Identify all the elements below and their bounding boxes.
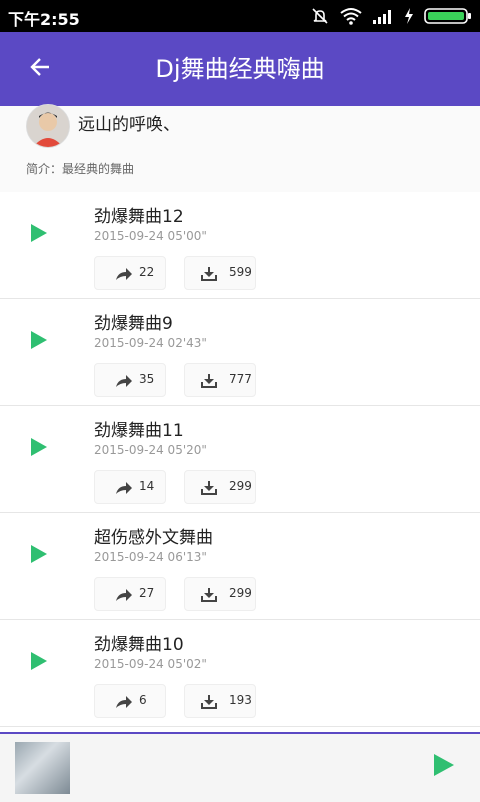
track-title: 超伤感外文舞曲 <box>94 528 213 548</box>
download-count: 299 <box>229 479 252 493</box>
app-bar: Dj舞曲经典嗨曲 <box>0 32 480 106</box>
arrow-left-icon <box>29 56 51 82</box>
download-button[interactable]: 777 <box>184 363 256 397</box>
list-item[interactable]: 超伤感外文舞曲 2015-09-24 06'13" 27 299 <box>0 513 480 620</box>
share-icon <box>115 373 133 392</box>
list-item[interactable]: 劲爆舞曲11 2015-09-24 05'20" 14 299 <box>0 406 480 513</box>
status-icons <box>310 6 472 26</box>
track-actions: 22 599 <box>94 256 256 290</box>
track-date: 2015-09-24 06'13" <box>94 550 207 564</box>
album-header: 远山的呼唤、 简介：最经典的舞曲 <box>0 104 480 193</box>
play-icon[interactable] <box>26 648 52 674</box>
list-item[interactable]: 劲爆舞曲9 2015-09-24 02'43" 35 777 <box>0 299 480 406</box>
share-button[interactable]: 22 <box>94 256 166 290</box>
track-title: 劲爆舞曲9 <box>94 314 173 334</box>
download-count: 193 <box>229 693 252 707</box>
track-date: 2015-09-24 05'02" <box>94 657 207 671</box>
play-icon[interactable] <box>26 327 52 353</box>
track-actions: 14 299 <box>94 470 256 504</box>
share-icon <box>115 694 133 713</box>
track-title: 劲爆舞曲11 <box>94 421 184 441</box>
avatar[interactable] <box>26 104 70 148</box>
share-count: 14 <box>139 479 155 493</box>
play-icon[interactable] <box>430 752 456 778</box>
share-icon <box>115 587 133 606</box>
wifi-icon <box>340 7 362 25</box>
status-time: 下午2:55 <box>8 10 80 29</box>
track-list: 劲爆舞曲12 2015-09-24 05'00" 22 599 劲爆舞曲9 20… <box>0 192 480 727</box>
status-bar: 下午2:55 <box>0 0 480 32</box>
download-count: 599 <box>229 265 252 279</box>
mute-icon <box>310 7 330 25</box>
track-date: 2015-09-24 05'20" <box>94 443 207 457</box>
play-icon[interactable] <box>26 434 52 460</box>
share-count: 22 <box>139 265 155 279</box>
share-button[interactable]: 35 <box>94 363 166 397</box>
download-button[interactable]: 299 <box>184 470 256 504</box>
share-icon <box>115 480 133 499</box>
download-icon <box>201 373 217 392</box>
list-item[interactable]: 劲爆舞曲12 2015-09-24 05'00" 22 599 <box>0 192 480 299</box>
battery-icon <box>424 7 472 25</box>
share-button[interactable]: 14 <box>94 470 166 504</box>
share-button[interactable]: 27 <box>94 577 166 611</box>
back-button[interactable] <box>20 49 60 89</box>
track-title: 劲爆舞曲12 <box>94 207 184 227</box>
download-icon <box>201 266 217 285</box>
download-count: 777 <box>229 372 252 386</box>
share-count: 27 <box>139 586 155 600</box>
track-actions: 6 193 <box>94 684 256 718</box>
download-icon <box>201 480 217 499</box>
track-date: 2015-09-24 05'00" <box>94 229 207 243</box>
list-item[interactable]: 劲爆舞曲10 2015-09-24 05'02" 6 193 <box>0 620 480 727</box>
charging-icon <box>404 8 414 24</box>
download-button[interactable]: 299 <box>184 577 256 611</box>
download-icon <box>201 587 217 606</box>
signal-icon <box>372 8 394 24</box>
track-date: 2015-09-24 02'43" <box>94 336 207 350</box>
download-icon <box>201 694 217 713</box>
share-count: 35 <box>139 372 155 386</box>
author-name: 远山的呼唤、 <box>78 115 180 135</box>
track-title: 劲爆舞曲10 <box>94 635 184 655</box>
play-icon[interactable] <box>26 220 52 246</box>
download-button[interactable]: 599 <box>184 256 256 290</box>
play-icon[interactable] <box>26 541 52 567</box>
download-button[interactable]: 193 <box>184 684 256 718</box>
share-button[interactable]: 6 <box>94 684 166 718</box>
mini-player <box>0 732 480 802</box>
album-cover[interactable] <box>15 742 70 794</box>
share-icon <box>115 266 133 285</box>
share-count: 6 <box>139 693 147 707</box>
album-intro: 简介：最经典的舞曲 <box>26 162 135 176</box>
track-actions: 35 777 <box>94 363 256 397</box>
track-actions: 27 299 <box>94 577 256 611</box>
download-count: 299 <box>229 586 252 600</box>
page-title: Dj舞曲经典嗨曲 <box>155 55 325 83</box>
